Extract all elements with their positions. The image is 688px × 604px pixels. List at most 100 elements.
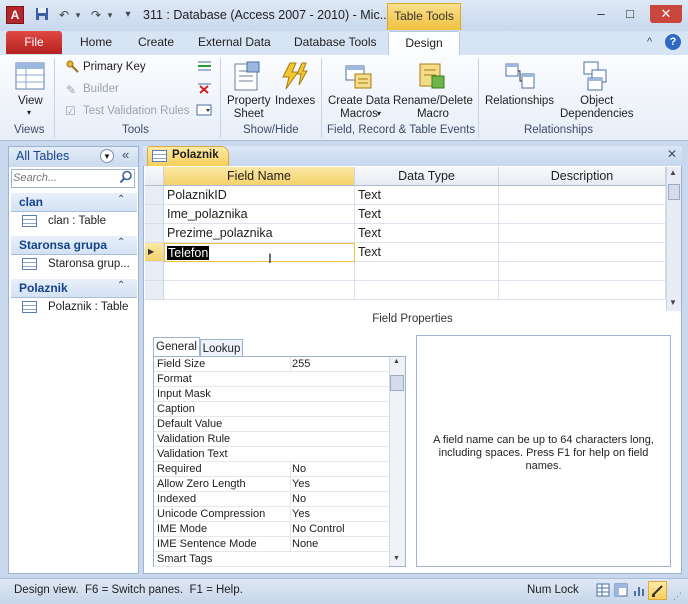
column-header-field-name[interactable]: Field Name bbox=[164, 167, 355, 186]
field-name-cell[interactable] bbox=[164, 262, 355, 281]
scroll-up-icon[interactable]: ▲ bbox=[669, 168, 677, 177]
row-selector[interactable] bbox=[145, 224, 164, 243]
description-cell[interactable] bbox=[499, 262, 666, 281]
save-icon[interactable] bbox=[34, 7, 50, 23]
object-dependencies-button[interactable]: Object Dependencies bbox=[560, 95, 634, 121]
row-selector[interactable] bbox=[145, 205, 164, 224]
rename-delete-macro-icon[interactable] bbox=[416, 60, 448, 95]
property-sheet-icon[interactable] bbox=[231, 60, 263, 95]
selected-field-name-text[interactable]: Telefon bbox=[167, 246, 210, 260]
nav-search-input[interactable] bbox=[13, 172, 113, 184]
tab-design[interactable]: Design bbox=[388, 31, 460, 56]
tab-file[interactable]: File bbox=[6, 31, 62, 54]
property-row[interactable]: Field Size 255 bbox=[154, 357, 389, 372]
property-row[interactable]: Unicode Compression Yes bbox=[154, 507, 389, 522]
nav-item-polaznik-table[interactable]: Polaznik : Table bbox=[48, 301, 128, 313]
field-name-cell-active[interactable]: Telefon bbox=[164, 243, 355, 262]
resize-grip-icon[interactable]: ⋰ bbox=[673, 591, 682, 602]
row-selector[interactable] bbox=[145, 262, 164, 281]
description-cell[interactable] bbox=[499, 186, 666, 205]
description-cell[interactable] bbox=[499, 224, 666, 243]
property-row[interactable]: Default Value bbox=[154, 417, 389, 432]
data-type-cell[interactable]: Text bbox=[355, 186, 499, 205]
field-name-cell[interactable]: Ime_polaznika bbox=[164, 205, 355, 224]
property-row[interactable]: Indexed No bbox=[154, 492, 389, 507]
data-type-cell[interactable] bbox=[355, 281, 499, 300]
property-row[interactable]: Smart Tags bbox=[154, 552, 389, 567]
scroll-down-icon[interactable]: ▼ bbox=[393, 555, 400, 562]
property-row[interactable]: Validation Rule bbox=[154, 432, 389, 447]
data-type-cell[interactable]: Text bbox=[355, 243, 499, 262]
help-icon[interactable]: ? bbox=[665, 34, 681, 50]
pivotchart-view-icon[interactable] bbox=[632, 583, 646, 600]
scroll-thumb[interactable] bbox=[390, 375, 404, 391]
indexes-icon[interactable] bbox=[278, 60, 310, 95]
data-type-cell[interactable]: Text bbox=[355, 205, 499, 224]
minimize-ribbon-icon[interactable]: ^ bbox=[647, 36, 652, 48]
property-value[interactable]: 255 bbox=[290, 357, 388, 372]
property-value[interactable]: No Control bbox=[290, 522, 388, 537]
minimize-button[interactable]: – bbox=[588, 5, 614, 23]
undo-dropdown-icon[interactable]: ▾ bbox=[70, 7, 86, 23]
create-data-macros-dropdown-icon[interactable]: ▾ bbox=[377, 109, 381, 118]
group-collapse-icon[interactable]: ⌃ bbox=[117, 194, 125, 205]
grid-corner[interactable] bbox=[145, 167, 164, 186]
design-view-button[interactable] bbox=[648, 581, 667, 600]
delete-rows-icon[interactable] bbox=[196, 81, 213, 98]
customize-qat-icon[interactable]: ▾ bbox=[120, 7, 136, 23]
nav-menu-dropdown-icon[interactable]: ▼ bbox=[100, 149, 114, 163]
property-row[interactable]: Required No bbox=[154, 462, 389, 477]
column-header-description[interactable]: Description bbox=[499, 167, 666, 186]
nav-pane-title[interactable]: All Tables bbox=[16, 149, 69, 163]
tab-home[interactable]: Home bbox=[80, 35, 112, 49]
property-value[interactable]: Yes bbox=[290, 477, 388, 492]
tab-create[interactable]: Create bbox=[138, 35, 174, 49]
data-type-cell[interactable] bbox=[355, 262, 499, 281]
row-selector[interactable] bbox=[145, 281, 164, 300]
description-cell[interactable] bbox=[499, 205, 666, 224]
property-value[interactable]: None bbox=[290, 537, 388, 552]
object-dependencies-icon[interactable] bbox=[580, 60, 612, 95]
description-cell[interactable] bbox=[499, 281, 666, 300]
column-header-data-type[interactable]: Data Type bbox=[355, 167, 499, 186]
property-row[interactable]: IME Sentence Mode None bbox=[154, 537, 389, 552]
property-row[interactable]: Allow Zero Length Yes bbox=[154, 477, 389, 492]
access-app-icon[interactable]: A bbox=[6, 6, 24, 24]
property-value[interactable]: Yes bbox=[290, 507, 388, 522]
description-cell[interactable] bbox=[499, 243, 666, 262]
scroll-down-icon[interactable]: ▼ bbox=[669, 298, 677, 307]
field-name-cell[interactable]: Prezime_polaznika bbox=[164, 224, 355, 243]
row-selector[interactable] bbox=[145, 186, 164, 205]
scroll-up-icon[interactable]: ▲ bbox=[393, 358, 400, 365]
tab-general[interactable]: General bbox=[153, 337, 200, 357]
close-document-icon[interactable]: ✕ bbox=[667, 147, 677, 161]
scroll-thumb[interactable] bbox=[668, 184, 680, 200]
indexes-button[interactable]: Indexes bbox=[275, 95, 315, 108]
property-row[interactable]: Format bbox=[154, 372, 389, 387]
pivottable-view-icon[interactable] bbox=[614, 583, 628, 600]
relationships-icon[interactable] bbox=[504, 60, 536, 95]
primary-key-button[interactable]: Primary Key bbox=[83, 61, 146, 73]
close-button[interactable]: ✕ bbox=[650, 5, 682, 23]
property-row[interactable]: Validation Text bbox=[154, 447, 389, 462]
tab-lookup[interactable]: Lookup bbox=[200, 339, 243, 356]
primary-key-icon[interactable] bbox=[66, 60, 79, 76]
property-row[interactable]: IME Mode No Control bbox=[154, 522, 389, 537]
nav-collapse-icon[interactable]: « bbox=[122, 147, 129, 162]
nav-item-clan-table[interactable]: clan : Table bbox=[48, 215, 106, 227]
property-row[interactable]: Caption bbox=[154, 402, 389, 417]
group-collapse-icon[interactable]: ⌃ bbox=[117, 237, 125, 248]
insert-rows-icon[interactable] bbox=[196, 59, 213, 76]
search-icon[interactable] bbox=[119, 170, 133, 187]
group-collapse-icon[interactable]: ⌃ bbox=[117, 280, 125, 291]
view-icon[interactable] bbox=[14, 60, 46, 95]
data-type-cell[interactable]: Text bbox=[355, 224, 499, 243]
create-data-macros-icon[interactable] bbox=[343, 60, 375, 95]
maximize-button[interactable]: □ bbox=[617, 5, 643, 23]
view-button[interactable]: View bbox=[18, 95, 43, 108]
field-name-cell[interactable]: PolaznikID bbox=[164, 186, 355, 205]
tab-database-tools[interactable]: Database Tools bbox=[294, 35, 377, 49]
redo-dropdown-icon[interactable]: ▾ bbox=[102, 7, 118, 23]
datasheet-view-icon[interactable] bbox=[596, 583, 610, 600]
tab-external-data[interactable]: External Data bbox=[198, 35, 271, 49]
